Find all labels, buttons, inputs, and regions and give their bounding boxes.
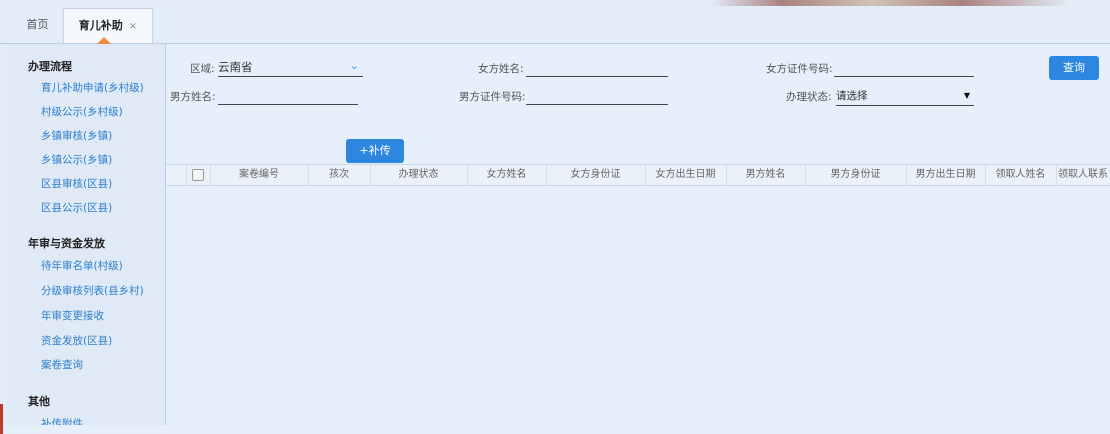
- female-name-label: 女方姓名:: [478, 63, 524, 75]
- tab-childcare-subsidy[interactable]: 育儿补助 ×: [63, 8, 153, 44]
- sidebar-item-county-publicity[interactable]: 区县公示(区县): [41, 200, 112, 215]
- female-id-label: 女方证件号码:: [766, 63, 833, 75]
- select-all-checkbox[interactable]: [192, 169, 204, 181]
- column-header[interactable]: 女方姓名: [467, 165, 547, 185]
- supplement-upload-button[interactable]: +补传: [346, 139, 404, 163]
- column-header[interactable]: 女方身份证: [546, 165, 646, 185]
- table-header: 案卷编号 孩次 办理状态 女方姓名 女方身份证 女方出生日期 男方姓名 男方身份…: [166, 164, 1110, 186]
- column-header[interactable]: 领取人联系: [1056, 165, 1110, 185]
- column-header[interactable]: 男方身份证: [805, 165, 907, 185]
- sidebar-item-county-review[interactable]: 区县审核(区县): [41, 176, 112, 191]
- female-name-input[interactable]: [526, 58, 668, 77]
- status-value: 请选择: [836, 90, 868, 102]
- female-id-input[interactable]: [834, 58, 974, 77]
- status-select[interactable]: 请选择 ▼: [836, 87, 974, 106]
- column-header[interactable]: 女方出生日期: [645, 165, 727, 185]
- tab-home[interactable]: 首页: [15, 8, 60, 42]
- left-edge: [0, 44, 8, 434]
- main-panel: 区域: 云南省 ⌄ 女方姓名: 女方证件号码: 查询 男方姓名: 男方证件号码:…: [166, 44, 1110, 425]
- sidebar-item-village-publicity[interactable]: 村级公示(乡村级): [41, 104, 123, 119]
- column-header[interactable]: 案卷编号: [210, 165, 309, 185]
- status-label: 办理状态:: [786, 91, 832, 103]
- sidebar-item-town-publicity[interactable]: 乡镇公示(乡镇): [41, 152, 112, 167]
- column-header[interactable]: 办理状态: [370, 165, 468, 185]
- sidebar-section-process: 办理流程: [28, 60, 72, 73]
- query-button[interactable]: 查询: [1049, 56, 1099, 80]
- column-header[interactable]: 男方姓名: [726, 165, 806, 185]
- sidebar-item-fund-release[interactable]: 资金发放(区县): [41, 333, 112, 348]
- tab-bar: 首页 育儿补助 ×: [0, 0, 1110, 44]
- sidebar-item-apply[interactable]: 育儿补助申请(乡村级): [41, 80, 144, 95]
- select-all-cell: [186, 165, 211, 185]
- sidebar-section-annual-review: 年审与资金发放: [28, 237, 105, 250]
- region-value: 云南省: [218, 60, 253, 74]
- sidebar-item-town-review[interactable]: 乡镇审核(乡镇): [41, 128, 112, 143]
- column-header[interactable]: 男方出生日期: [906, 165, 986, 185]
- active-tab-marker: [97, 37, 111, 44]
- column-header[interactable]: 领取人姓名: [985, 165, 1057, 185]
- sidebar-item-tiered-review[interactable]: 分级审核列表(县乡村): [41, 283, 144, 298]
- region-select[interactable]: 云南省 ⌄: [218, 58, 363, 77]
- sidebar-item-change-receive[interactable]: 年审变更接收: [41, 308, 104, 323]
- male-id-label: 男方证件号码:: [459, 91, 526, 103]
- close-icon[interactable]: ×: [129, 21, 137, 32]
- sidebar-item-pending-review[interactable]: 待年审名单(村级): [41, 258, 123, 273]
- sidebar-section-other: 其他: [28, 395, 50, 408]
- caret-down-icon: ▼: [963, 91, 970, 100]
- region-label: 区域:: [190, 63, 215, 75]
- chevron-down-icon: ⌄: [349, 59, 359, 72]
- sidebar: 办理流程 育儿补助申请(乡村级) 村级公示(乡村级) 乡镇审核(乡镇) 乡镇公示…: [8, 44, 166, 425]
- header-decoration: [710, 0, 1070, 6]
- male-id-input[interactable]: [526, 86, 668, 105]
- male-name-input[interactable]: [218, 86, 358, 105]
- sidebar-item-case-query[interactable]: 案卷查询: [41, 357, 83, 372]
- column-header[interactable]: 孩次: [308, 165, 371, 185]
- male-name-label: 男方姓名:: [170, 91, 216, 103]
- row-spacer: [166, 165, 187, 185]
- tab-label: 育儿补助: [78, 19, 123, 32]
- sidebar-item-supplement-attachment[interactable]: 补传附件: [41, 416, 83, 425]
